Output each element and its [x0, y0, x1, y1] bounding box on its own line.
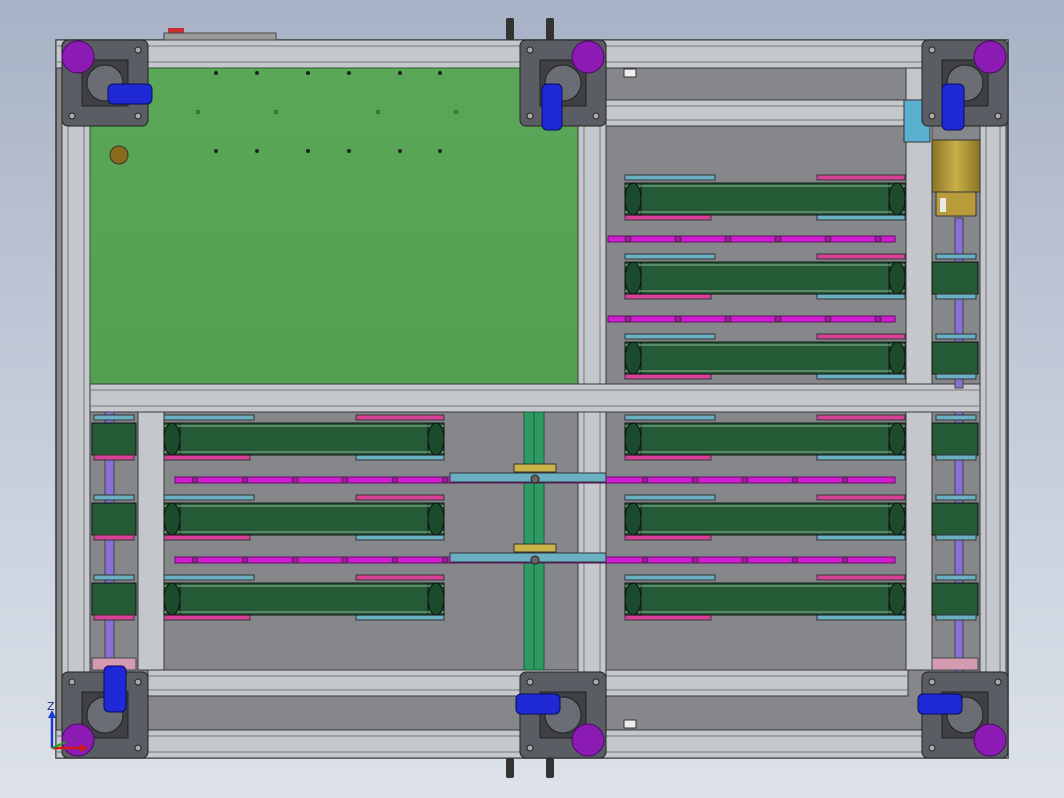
right-rail — [979, 67, 1007, 731]
center-drive-shaft — [523, 411, 545, 671]
control-board-panel — [89, 67, 579, 385]
belt-group-upper-right — [624, 174, 906, 380]
right-inner-post — [905, 67, 933, 671]
cross-beam — [89, 383, 981, 413]
bottom-right-pad-block — [931, 657, 979, 671]
left-column-belts — [91, 414, 137, 621]
indicator-knob — [109, 145, 129, 165]
left-rail — [61, 67, 91, 731]
belt-group-lower-right — [624, 414, 906, 621]
upper-right-inner-rail — [605, 99, 907, 127]
shaft-upper-2 — [607, 315, 896, 323]
belt-group-lower-left — [163, 414, 445, 621]
label-tag-bottom — [623, 719, 637, 729]
cad-viewport[interactable]: Z — [0, 0, 1064, 798]
z-axis-label: Z — [47, 700, 55, 713]
left-inner-post — [137, 411, 165, 671]
emergency-stop — [163, 28, 277, 41]
shaft-upper-1 — [607, 235, 896, 243]
label-tag-top — [623, 68, 637, 78]
conveyor-frame-model[interactable]: Z — [0, 0, 1064, 798]
